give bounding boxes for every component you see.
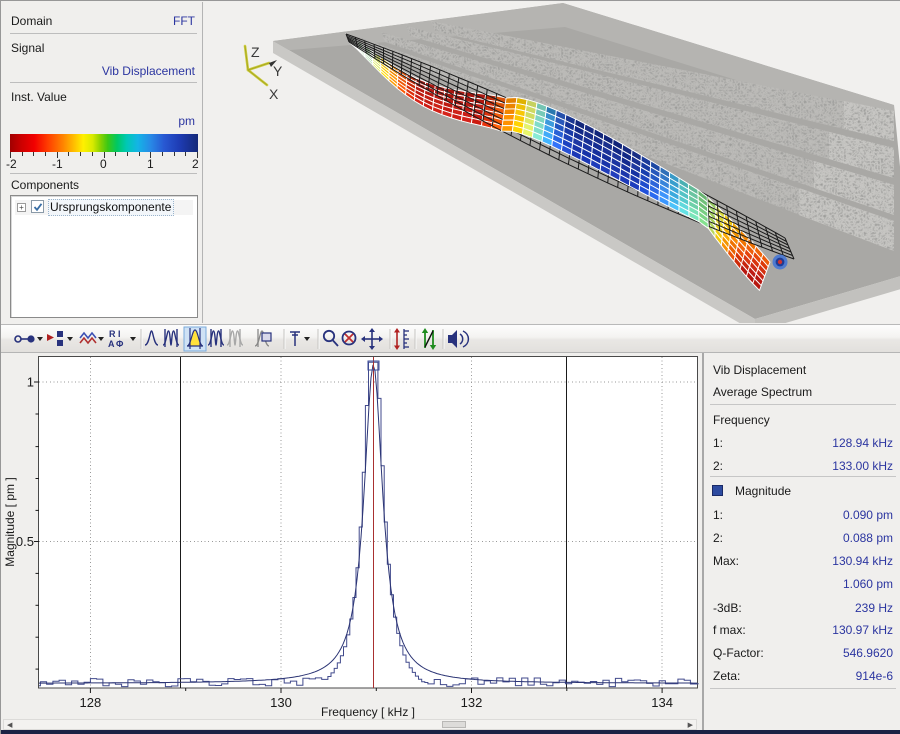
- svg-text:Y: Y: [273, 63, 283, 79]
- svg-text:134: 134: [651, 695, 673, 710]
- svg-text:I: I: [118, 329, 121, 339]
- svg-text:1: 1: [27, 375, 34, 390]
- svg-text:128: 128: [80, 695, 102, 710]
- svg-text:Z: Z: [251, 44, 260, 60]
- svg-text:Frequency [ kHz ]: Frequency [ kHz ]: [321, 705, 415, 719]
- svg-text:130: 130: [270, 695, 292, 710]
- svg-text:0.5: 0.5: [16, 534, 34, 549]
- svg-text:A: A: [108, 339, 115, 349]
- svg-text:Magnitude [ pm ]: Magnitude [ pm ]: [3, 477, 17, 566]
- svg-text:X: X: [269, 86, 279, 102]
- svg-text:Φ: Φ: [116, 339, 124, 349]
- svg-text:132: 132: [461, 695, 483, 710]
- svg-text:R: R: [109, 329, 116, 339]
